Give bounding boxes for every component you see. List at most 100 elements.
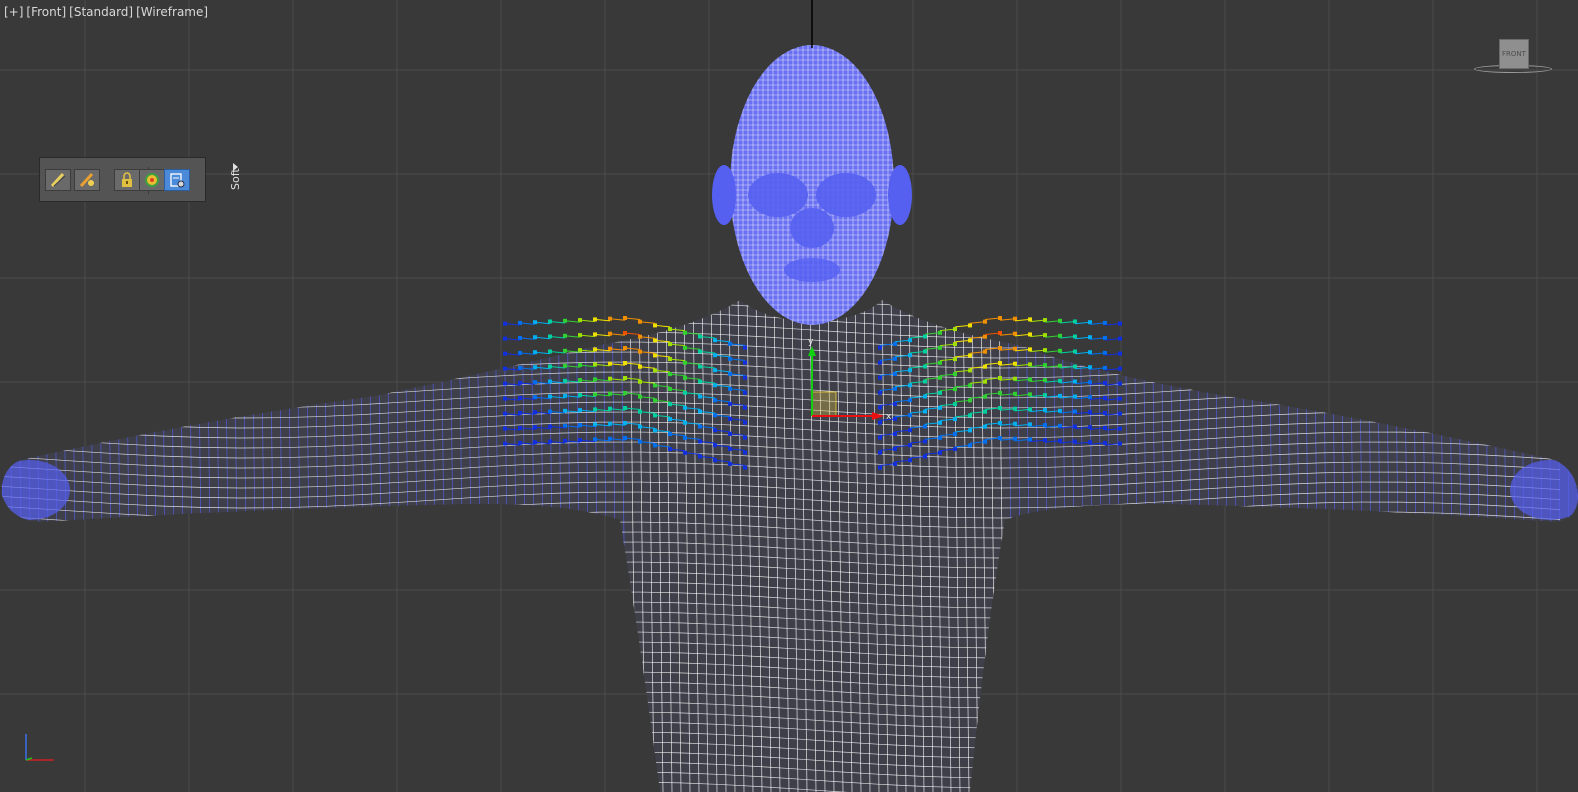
soft-selected-edge bbox=[1059, 321, 1076, 324]
soft-selected-vertex[interactable] bbox=[878, 345, 882, 350]
mesh-edge bbox=[359, 300, 367, 792]
soft-selected-vertex[interactable] bbox=[743, 345, 747, 350]
gizmo-x-label: x bbox=[886, 412, 892, 422]
soft-selected-vertex[interactable] bbox=[743, 390, 747, 395]
mesh-edge bbox=[386, 300, 394, 792]
soft-selected-edge bbox=[1104, 353, 1121, 356]
soft-selected-edge bbox=[984, 332, 1001, 335]
soft-selected-edge bbox=[1074, 351, 1091, 355]
mesh-edge bbox=[98, 300, 106, 792]
soft-selected-vertex[interactable] bbox=[743, 405, 747, 410]
soft-selected-edge bbox=[1059, 336, 1076, 339]
mesh-edge bbox=[143, 300, 151, 792]
soft-selected-edge bbox=[1089, 322, 1106, 325]
soft-selected-edge bbox=[609, 318, 626, 321]
head-mesh[interactable] bbox=[720, 40, 905, 330]
mesh-edge bbox=[1124, 300, 1132, 792]
mesh-edge bbox=[1511, 300, 1519, 792]
soft-selected-edge bbox=[1029, 334, 1046, 338]
mesh-edge bbox=[1151, 300, 1159, 792]
mesh-edge bbox=[161, 300, 169, 792]
paint-brush-icon bbox=[50, 172, 66, 188]
mesh-edge bbox=[1169, 300, 1177, 792]
soft-selected-edge bbox=[984, 317, 1001, 320]
mesh-edge bbox=[1, 300, 7, 792]
viewport-shading-preset-menu[interactable]: [Standard] bbox=[69, 5, 133, 19]
mesh-edge bbox=[1529, 300, 1537, 792]
viewcube[interactable]: FRONT bbox=[1472, 36, 1554, 78]
soft-selected-vertex[interactable] bbox=[743, 360, 747, 365]
mesh-edge bbox=[1394, 300, 1402, 792]
soft-selected-edge bbox=[564, 335, 581, 338]
soft-selected-edge bbox=[1044, 350, 1061, 353]
soft-selected-edge bbox=[1089, 337, 1106, 340]
mesh-edge bbox=[1286, 300, 1294, 792]
body-mesh[interactable] bbox=[0, 290, 1578, 792]
mesh-edge bbox=[125, 300, 133, 792]
mesh-edge bbox=[1196, 300, 1204, 792]
wireframe-scene[interactable]: x y bbox=[0, 0, 1578, 792]
mesh-edge bbox=[1268, 300, 1276, 792]
viewport-visual-style-menu[interactable]: [Wireframe] bbox=[136, 5, 208, 19]
viewcube-front-face[interactable]: FRONT bbox=[1499, 39, 1529, 69]
lock-soft-selection-button[interactable] bbox=[114, 169, 140, 191]
mesh-edge bbox=[1484, 300, 1492, 792]
soft-selected-vertex[interactable] bbox=[878, 360, 882, 365]
mesh-edge bbox=[1322, 300, 1330, 792]
soft-selected-edge bbox=[504, 323, 521, 326]
mesh-edge bbox=[1250, 300, 1258, 792]
mesh-edge bbox=[17, 300, 25, 792]
left-eye-socket bbox=[748, 173, 808, 217]
soft-selected-vertex[interactable] bbox=[878, 390, 882, 395]
paint-soft-selection-button[interactable] bbox=[45, 169, 71, 191]
gizmo-plane-handle[interactable] bbox=[811, 391, 837, 417]
soft-selected-edge bbox=[504, 353, 521, 356]
mesh-edge bbox=[269, 300, 277, 792]
mesh-edge bbox=[1214, 300, 1222, 792]
soft-tab-expander[interactable]: Soft bbox=[228, 160, 244, 200]
viewport-point-of-view-menu[interactable]: [Front] bbox=[26, 5, 66, 19]
soft-selected-edge bbox=[549, 336, 566, 339]
mesh-edge bbox=[1430, 300, 1438, 792]
mesh-edge bbox=[1457, 300, 1465, 792]
soft-selected-vertex[interactable] bbox=[878, 435, 882, 440]
mesh-edge bbox=[1421, 300, 1429, 792]
mesh-edge bbox=[1205, 300, 1213, 792]
mesh-edge bbox=[1367, 300, 1375, 792]
affect-backfacing-button[interactable] bbox=[164, 169, 190, 191]
mesh-edge bbox=[404, 300, 412, 792]
mesh-edge bbox=[296, 300, 304, 792]
mesh-edge bbox=[1187, 300, 1195, 792]
soft-selected-vertex[interactable] bbox=[743, 375, 747, 380]
soft-selected-edge bbox=[579, 334, 596, 338]
mesh-edge bbox=[449, 300, 457, 792]
soft-selected-vertex[interactable] bbox=[878, 420, 882, 425]
mesh-edge bbox=[242, 300, 250, 792]
shaded-face-toggle-button[interactable] bbox=[139, 169, 165, 191]
soft-selected-edge bbox=[1104, 323, 1121, 326]
soft-selected-edge bbox=[954, 324, 971, 328]
viewport-general-menu[interactable]: [+] bbox=[4, 5, 23, 19]
soft-selected-vertex[interactable] bbox=[878, 450, 882, 455]
mesh-edge bbox=[1097, 300, 1105, 792]
blur-soft-selection-button[interactable] bbox=[74, 169, 100, 191]
mesh-edge bbox=[1376, 300, 1384, 792]
gizmo-y-label: y bbox=[808, 337, 814, 347]
mesh-edge bbox=[179, 300, 187, 792]
soft-selected-edge bbox=[1104, 338, 1121, 341]
front-viewport[interactable]: x y [+] [Front] [Standard] [Wireframe] S… bbox=[0, 0, 1578, 792]
soft-selected-edge bbox=[654, 324, 671, 328]
soft-selected-vertex[interactable] bbox=[878, 375, 882, 380]
mesh-edge bbox=[53, 300, 61, 792]
mesh-edge bbox=[206, 300, 214, 792]
mesh-edge bbox=[476, 300, 484, 792]
soft-selected-vertex[interactable] bbox=[743, 420, 747, 425]
soft-selected-vertex[interactable] bbox=[743, 450, 747, 455]
soft-selected-vertex[interactable] bbox=[878, 465, 882, 470]
mesh-edge bbox=[1466, 300, 1474, 792]
soft-selected-vertex[interactable] bbox=[878, 405, 882, 410]
soft-selected-vertex[interactable] bbox=[743, 435, 747, 440]
mesh-edge bbox=[1241, 300, 1249, 792]
mesh-edge bbox=[467, 300, 475, 792]
soft-selected-vertex[interactable] bbox=[743, 465, 747, 470]
